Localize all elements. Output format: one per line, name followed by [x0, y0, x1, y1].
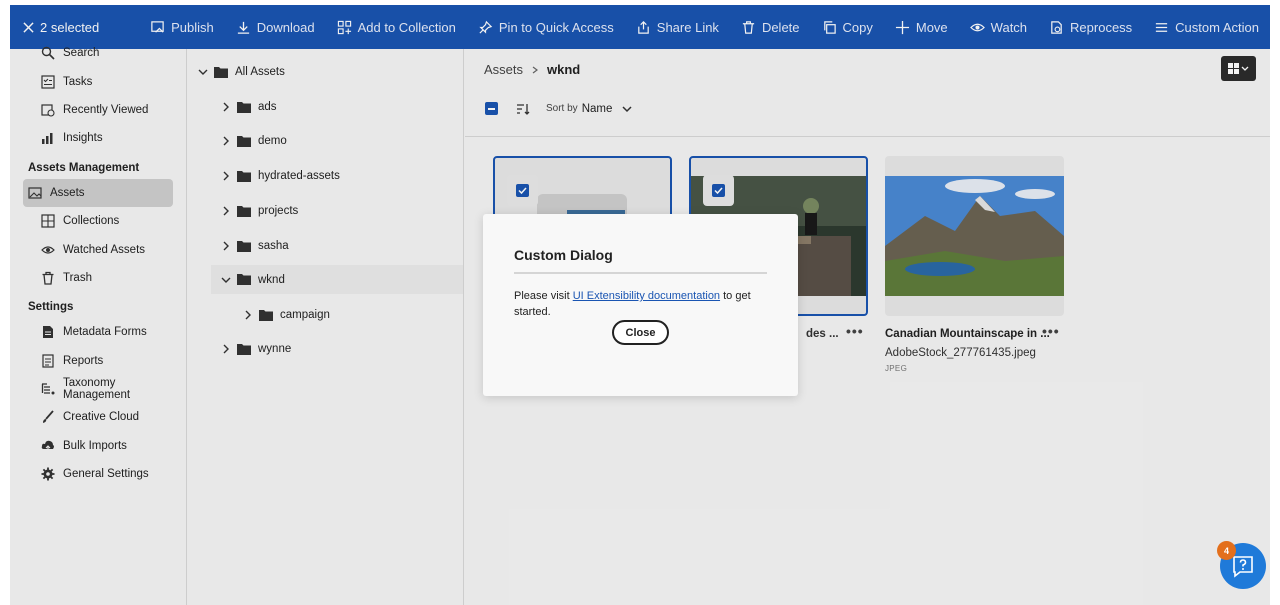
dialog-divider [514, 272, 767, 274]
custom-dialog: Custom Dialog Please visit UI Extensibil… [483, 214, 798, 396]
ui-extensibility-docs-link[interactable]: UI Extensibility documentation [573, 290, 720, 302]
dialog-title: Custom Dialog [514, 247, 613, 263]
dialog-body-prefix: Please visit [514, 290, 573, 302]
dialog-body: Please visit UI Extensibility documentat… [514, 288, 759, 320]
close-button[interactable]: Close [612, 320, 669, 345]
help-icon [1233, 556, 1253, 578]
notification-badge: 4 [1217, 541, 1236, 560]
